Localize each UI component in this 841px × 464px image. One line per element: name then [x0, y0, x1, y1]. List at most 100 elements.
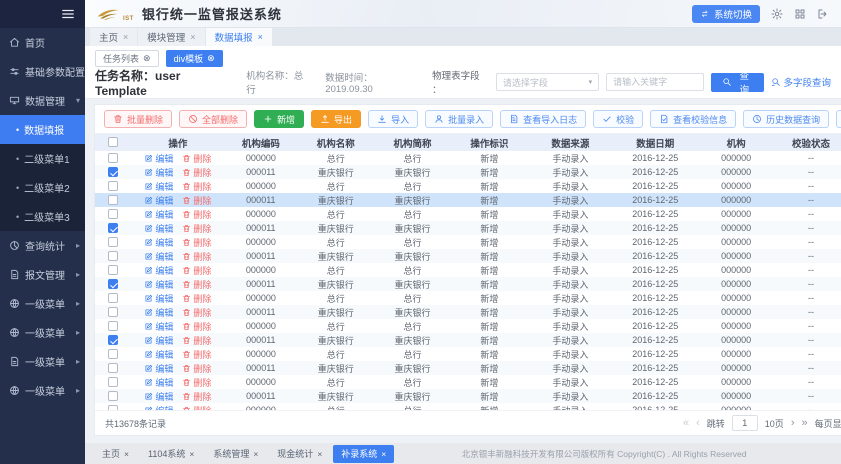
table-row[interactable]: 编辑删除000011重庆银行重庆银行新增手动录入2016-12-25000000…: [95, 361, 841, 375]
table-row[interactable]: 编辑删除000000总行总行新增手动录入2016-12-25000000--未锁…: [95, 179, 841, 193]
sidebar-item-0[interactable]: 首页: [0, 28, 85, 57]
sidebar-item-8[interactable]: 一级菜单▸: [0, 376, 85, 405]
row-checkbox[interactable]: [108, 363, 118, 373]
close-icon[interactable]: ×: [123, 32, 128, 42]
toolbar-button-批量删除[interactable]: 批量删除: [104, 110, 172, 128]
sidebar-subitem[interactable]: •二级菜单1: [0, 144, 85, 173]
select-all-checkbox[interactable]: [108, 137, 118, 147]
logout-button[interactable]: [817, 8, 829, 20]
toolbar-button-导出[interactable]: 导出: [311, 110, 361, 128]
edit-link[interactable]: 编辑: [144, 390, 173, 403]
row-checkbox[interactable]: [108, 391, 118, 401]
delete-link[interactable]: 删除: [182, 250, 211, 263]
close-icon[interactable]: ×: [124, 449, 129, 459]
row-checkbox[interactable]: [108, 195, 118, 205]
system-switch-button[interactable]: 系统切换: [692, 5, 760, 23]
first-page-button[interactable]: «: [683, 418, 689, 429]
bottom-tab-补录系统[interactable]: 补录系统×: [333, 445, 394, 463]
settings-button[interactable]: [771, 8, 783, 20]
delete-link[interactable]: 删除: [182, 320, 211, 333]
row-checkbox[interactable]: [108, 209, 118, 219]
row-checkbox[interactable]: [108, 181, 118, 191]
table-row[interactable]: 编辑删除000000总行总行新增手动录入2016-12-25000000--未锁…: [95, 375, 841, 389]
edit-link[interactable]: 编辑: [144, 278, 173, 291]
close-circle-icon[interactable]: ⊗: [207, 53, 215, 64]
edit-link[interactable]: 编辑: [144, 236, 173, 249]
apps-grid-button[interactable]: [794, 8, 806, 20]
edit-link[interactable]: 编辑: [144, 180, 173, 193]
toolbar-button-查看导入日志[interactable]: 查看导入日志: [500, 110, 586, 128]
bottom-tab-1104系统[interactable]: 1104系统×: [140, 445, 202, 463]
close-icon[interactable]: ×: [381, 449, 386, 459]
sidebar-subitem[interactable]: •数据填报: [0, 115, 85, 144]
multi-field-query-link[interactable]: 多字段查询: [771, 75, 831, 89]
table-row[interactable]: 编辑删除000011重庆银行重庆银行新增手动录入2016-12-25000000…: [95, 389, 841, 403]
close-icon[interactable]: ×: [258, 32, 263, 42]
edit-link[interactable]: 编辑: [144, 250, 173, 263]
edit-link[interactable]: 编辑: [144, 152, 173, 165]
keyword-input[interactable]: [606, 73, 704, 91]
delete-link[interactable]: 删除: [182, 306, 211, 319]
table-row[interactable]: 编辑删除000000总行总行新增手动录入2016-12-25000000--未锁…: [95, 151, 841, 165]
field-select[interactable]: 请选择字段 ▾: [496, 73, 599, 91]
tab-数据填报[interactable]: 数据填报×: [206, 28, 272, 46]
toolbar-button-历史数据查询[interactable]: 历史数据查询: [743, 110, 829, 128]
last-page-button[interactable]: »: [801, 418, 807, 429]
toolbar-button-新增[interactable]: 新增: [254, 110, 304, 128]
edit-link[interactable]: 编辑: [144, 306, 173, 319]
edit-link[interactable]: 编辑: [144, 264, 173, 277]
sidebar-item-3[interactable]: 查询统计▸: [0, 231, 85, 260]
sidebar-item-2[interactable]: 数据管理▾: [0, 86, 85, 115]
close-icon[interactable]: ×: [190, 32, 195, 42]
delete-link[interactable]: 删除: [182, 166, 211, 179]
row-checkbox[interactable]: [108, 335, 118, 345]
delete-link[interactable]: 删除: [182, 180, 211, 193]
sidebar-subitem[interactable]: •二级菜单2: [0, 173, 85, 202]
table-row[interactable]: 编辑删除000011重庆银行重庆银行新增手动录入2016-12-25000000…: [95, 193, 841, 207]
row-checkbox[interactable]: [108, 349, 118, 359]
row-checkbox[interactable]: [108, 153, 118, 163]
table-row[interactable]: 编辑删除000011重庆银行重庆银行新增手动录入2016-12-25000000…: [95, 165, 841, 179]
table-row[interactable]: 编辑删除000011重庆银行重庆银行新增手动录入2016-12-25000000…: [95, 277, 841, 291]
tab-主页[interactable]: 主页×: [90, 28, 137, 46]
table-row[interactable]: 编辑删除000000总行总行新增手动录入2016-12-25000000--未锁…: [95, 207, 841, 221]
row-checkbox[interactable]: [108, 293, 118, 303]
delete-link[interactable]: 删除: [182, 362, 211, 375]
row-checkbox[interactable]: [108, 307, 118, 317]
table-row[interactable]: 编辑删除000011重庆银行重庆银行新增手动录入2016-12-25000000…: [95, 221, 841, 235]
sidebar-item-4[interactable]: 报文管理▸: [0, 260, 85, 289]
close-icon[interactable]: ×: [317, 449, 322, 459]
delete-link[interactable]: 删除: [182, 222, 211, 235]
row-checkbox[interactable]: [108, 237, 118, 247]
edit-link[interactable]: 编辑: [144, 208, 173, 221]
delete-link[interactable]: 删除: [182, 334, 211, 347]
table-row[interactable]: 编辑删除000000总行总行新增手动录入2016-12-25000000--未锁…: [95, 403, 841, 410]
prev-page-button[interactable]: ‹: [696, 418, 700, 429]
edit-link[interactable]: 编辑: [144, 320, 173, 333]
edit-link[interactable]: 编辑: [144, 362, 173, 375]
bottom-tab-系统管理[interactable]: 系统管理×: [205, 445, 266, 463]
hamburger-menu-icon[interactable]: [61, 7, 75, 21]
table-row[interactable]: 编辑删除000011重庆银行重庆银行新增手动录入2016-12-25000000…: [95, 333, 841, 347]
delete-link[interactable]: 删除: [182, 208, 211, 221]
delete-link[interactable]: 删除: [182, 194, 211, 207]
chip-任务列表[interactable]: 任务列表⊗: [95, 50, 159, 67]
delete-link[interactable]: 删除: [182, 376, 211, 389]
tab-模块管理[interactable]: 模块管理×: [138, 28, 204, 46]
sidebar-item-1[interactable]: 基础参数配置▸: [0, 57, 85, 86]
edit-link[interactable]: 编辑: [144, 194, 173, 207]
sidebar-item-7[interactable]: 一级菜单▸: [0, 347, 85, 376]
page-number-input[interactable]: [732, 415, 758, 431]
toolbar-button-导入[interactable]: 导入: [368, 110, 418, 128]
toolbar-button-全部删除[interactable]: 全部删除: [179, 110, 247, 128]
toolbar-button-调整原因[interactable]: 调整原因: [836, 110, 841, 128]
edit-link[interactable]: 编辑: [144, 376, 173, 389]
table-row[interactable]: 编辑删除000011重庆银行重庆银行新增手动录入2016-12-25000000…: [95, 249, 841, 263]
delete-link[interactable]: 删除: [182, 264, 211, 277]
delete-link[interactable]: 删除: [182, 152, 211, 165]
row-checkbox[interactable]: [108, 377, 118, 387]
close-circle-icon[interactable]: ⊗: [143, 53, 151, 64]
table-row[interactable]: 编辑删除000000总行总行新增手动录入2016-12-25000000--未锁…: [95, 291, 841, 305]
table-row[interactable]: 编辑删除000000总行总行新增手动录入2016-12-25000000--未锁…: [95, 235, 841, 249]
chip-div模板[interactable]: div模板⊗: [166, 50, 223, 67]
